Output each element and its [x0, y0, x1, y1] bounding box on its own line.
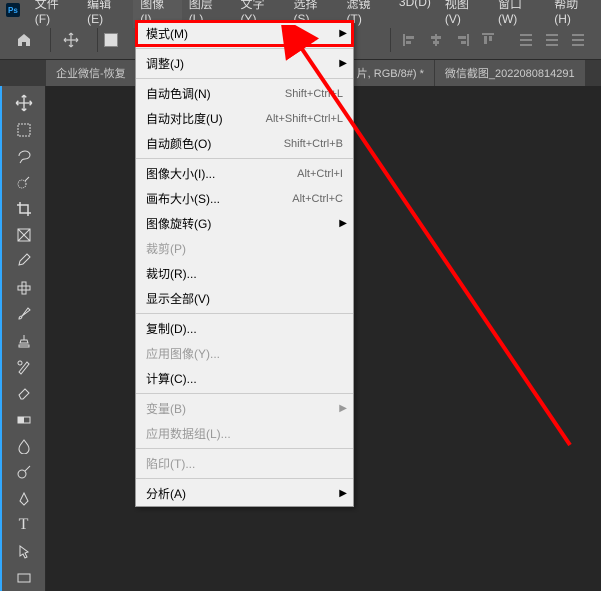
menu-8[interactable]: 视图(V) — [438, 0, 491, 28]
menu-item[interactable]: 图像大小(I)... Alt+Ctrl+I — [136, 161, 353, 186]
submenu-arrow-icon: ▶ — [339, 403, 347, 414]
menu-item[interactable]: 图像旋转(G) ▶ — [136, 211, 353, 236]
menu-item-label: 显示全部(V) — [146, 290, 210, 307]
menu-shortcut: Alt+Ctrl+C — [292, 193, 343, 205]
distribute-top-icon[interactable] — [516, 30, 536, 50]
tools-panel: T — [0, 86, 46, 591]
menu-10[interactable]: 帮助(H) — [547, 0, 601, 28]
menu-item[interactable]: 裁切(R)... — [136, 261, 353, 286]
menu-item-label: 调整(J) — [146, 55, 184, 72]
frame-tool-icon[interactable] — [12, 224, 36, 246]
menu-9[interactable]: 窗口(W) — [491, 0, 547, 28]
menu-item-label: 裁剪(P) — [146, 240, 186, 257]
menu-shortcut: Alt+Ctrl+I — [297, 168, 343, 180]
menu-separator — [136, 158, 353, 159]
menu-item-label: 自动颜色(O) — [146, 135, 211, 152]
distribute-center-icon[interactable] — [542, 30, 562, 50]
menu-item-label: 图像旋转(G) — [146, 215, 211, 232]
menu-item: 变量(B) ▶ — [136, 396, 353, 421]
menu-separator — [136, 478, 353, 479]
menubar: Ps 文件(F)编辑(E)图像(I)图层(L)文字(Y)选择(S)滤镜(T)3D… — [0, 0, 601, 20]
type-tool-icon[interactable]: T — [12, 514, 36, 536]
marquee-tool-icon[interactable] — [12, 118, 36, 140]
align-center-h-icon[interactable] — [426, 30, 446, 50]
document-tab[interactable]: 片, RGB/8#) * — [347, 60, 434, 86]
align-right-icon[interactable] — [452, 30, 472, 50]
menu-item-label: 自动对比度(U) — [146, 110, 223, 127]
menu-item-label: 分析(A) — [146, 485, 186, 502]
blur-tool-icon[interactable] — [12, 435, 36, 457]
separator — [390, 28, 391, 52]
menu-item[interactable]: 复制(D)... — [136, 316, 353, 341]
menu-item[interactable]: 显示全部(V) — [136, 286, 353, 311]
menu-separator — [136, 448, 353, 449]
menu-item[interactable]: 计算(C)... — [136, 366, 353, 391]
menu-item[interactable]: 分析(A) ▶ — [136, 481, 353, 506]
healing-tool-icon[interactable] — [12, 277, 36, 299]
pen-tool-icon[interactable] — [12, 488, 36, 510]
auto-select-checkbox[interactable] — [104, 33, 118, 47]
menu-item[interactable]: 自动色调(N) Shift+Ctrl+L — [136, 81, 353, 106]
brush-tool-icon[interactable] — [12, 303, 36, 325]
menu-item-label: 应用数据组(L)... — [146, 425, 231, 442]
path-select-tool-icon[interactable] — [12, 540, 36, 562]
menu-item-label: 画布大小(S)... — [146, 190, 220, 207]
eraser-tool-icon[interactable] — [12, 382, 36, 404]
menu-item-label: 图像大小(I)... — [146, 165, 215, 182]
submenu-arrow-icon: ▶ — [339, 58, 347, 69]
menu-shortcut: Alt+Shift+Ctrl+L — [266, 113, 343, 125]
submenu-arrow-icon: ▶ — [339, 218, 347, 229]
menu-shortcut: Shift+Ctrl+L — [285, 88, 343, 100]
menu-item: 应用图像(Y)... — [136, 341, 353, 366]
quick-select-tool-icon[interactable] — [12, 171, 36, 193]
app-logo: Ps — [6, 3, 20, 17]
distribute-bottom-icon[interactable] — [568, 30, 588, 50]
menu-item-label: 裁切(R)... — [146, 265, 197, 282]
menu-separator — [136, 393, 353, 394]
menu-item[interactable]: 模式(M) ▶ — [136, 21, 353, 46]
menu-7[interactable]: 3D(D) — [392, 0, 438, 28]
menu-item: 应用数据组(L)... — [136, 421, 353, 446]
separator — [97, 28, 98, 52]
submenu-arrow-icon: ▶ — [339, 28, 347, 39]
document-tab[interactable]: 企业微信-恢复 — [46, 60, 136, 86]
rectangle-tool-icon[interactable] — [12, 567, 36, 589]
move-icon[interactable] — [57, 26, 85, 54]
stamp-tool-icon[interactable] — [12, 329, 36, 351]
lasso-tool-icon[interactable] — [12, 145, 36, 167]
document-tab[interactable]: 微信截图_2022080814291 — [435, 60, 585, 86]
menu-item-label: 计算(C)... — [146, 370, 197, 387]
separator — [50, 28, 51, 52]
menu-separator — [136, 313, 353, 314]
submenu-arrow-icon: ▶ — [339, 488, 347, 499]
home-icon[interactable] — [10, 26, 38, 54]
menu-item-label: 陷印(T)... — [146, 455, 195, 472]
history-brush-tool-icon[interactable] — [12, 356, 36, 378]
menu-item[interactable]: 调整(J) ▶ — [136, 51, 353, 76]
menu-item[interactable]: 自动颜色(O) Shift+Ctrl+B — [136, 131, 353, 156]
move-tool-icon[interactable] — [12, 92, 36, 114]
menu-shortcut: Shift+Ctrl+B — [284, 138, 343, 150]
gradient-tool-icon[interactable] — [12, 409, 36, 431]
menu-item[interactable]: 自动对比度(U) Alt+Shift+Ctrl+L — [136, 106, 353, 131]
align-top-icon[interactable] — [478, 30, 498, 50]
menu-item[interactable]: 画布大小(S)... Alt+Ctrl+C — [136, 186, 353, 211]
menu-item: 裁剪(P) — [136, 236, 353, 261]
menu-item-label: 自动色调(N) — [146, 85, 211, 102]
menu-0[interactable]: 文件(F) — [28, 0, 80, 28]
crop-tool-icon[interactable] — [12, 198, 36, 220]
menu-separator — [136, 78, 353, 79]
image-menu-dropdown: 模式(M) ▶ 调整(J) ▶ 自动色调(N) Shift+Ctrl+L 自动对比度(U) A… — [135, 20, 354, 507]
menu-item-label: 复制(D)... — [146, 320, 197, 337]
menu-item: 陷印(T)... — [136, 451, 353, 476]
menu-item-label: 模式(M) — [146, 25, 188, 42]
menu-1[interactable]: 编辑(E) — [80, 0, 133, 28]
menu-separator — [136, 48, 353, 49]
dodge-tool-icon[interactable] — [12, 461, 36, 483]
menu-item-label: 变量(B) — [146, 400, 186, 417]
align-left-icon[interactable] — [400, 30, 420, 50]
menu-item-label: 应用图像(Y)... — [146, 345, 220, 362]
eyedropper-tool-icon[interactable] — [12, 250, 36, 272]
